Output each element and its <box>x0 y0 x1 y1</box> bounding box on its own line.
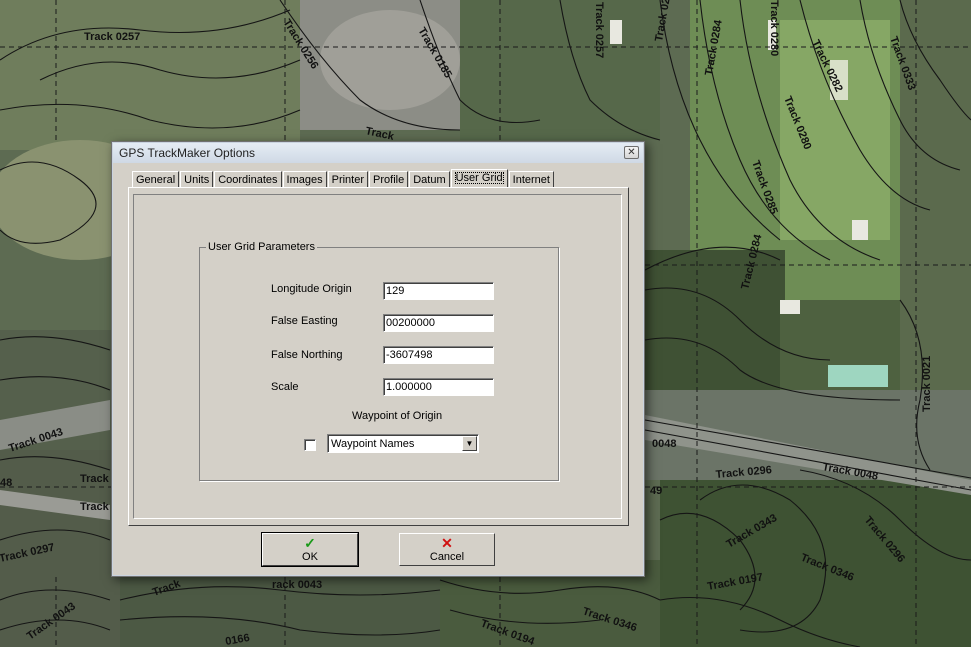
track-label: Track 0280 <box>768 0 780 56</box>
tab-units[interactable]: Units <box>180 171 214 188</box>
waypoint-select-value: Waypoint Names <box>331 438 415 450</box>
check-icon: ✓ <box>304 535 316 551</box>
dropdown-arrow-icon[interactable]: ▼ <box>462 436 477 451</box>
tab-internet[interactable]: Internet <box>508 171 554 188</box>
dialog-titlebar[interactable]: GPS TrackMaker Options ✕ <box>113 143 643 163</box>
tab-general[interactable]: General <box>132 171 180 188</box>
scale-input[interactable] <box>383 378 494 396</box>
options-dialog: GPS TrackMaker Options ✕ General Units C… <box>111 141 645 577</box>
track-label: 0048 <box>652 438 676 450</box>
track-label: Track <box>80 501 110 513</box>
tab-profile[interactable]: Profile <box>369 171 409 188</box>
tab-label: Coordinates <box>218 174 278 186</box>
false-northing-input[interactable] <box>383 346 494 364</box>
tab-printer[interactable]: Printer <box>327 171 369 188</box>
tab-panel-user-grid: User Grid Parameters Longitude Origin Fa… <box>128 187 629 526</box>
dialog-title: GPS TrackMaker Options <box>119 146 256 160</box>
group-title: User Grid Parameters <box>206 241 317 253</box>
tab-images[interactable]: Images <box>282 171 327 188</box>
tab-label: General <box>136 174 176 186</box>
tab-label: Units <box>184 174 210 186</box>
tab-label: Profile <box>373 174 405 186</box>
tab-label: Datum <box>413 174 446 186</box>
false-easting-label: False Easting <box>271 315 338 327</box>
ok-label: OK <box>302 551 318 563</box>
track-label: Track 0257 <box>84 31 140 43</box>
false-easting-input[interactable] <box>383 314 494 332</box>
longitude-origin-input[interactable] <box>383 282 494 300</box>
false-northing-label: False Northing <box>271 349 343 361</box>
track-label: rack 0043 <box>272 579 322 591</box>
tab-coordinates[interactable]: Coordinates <box>214 171 282 188</box>
tab-label: Images <box>286 174 323 186</box>
user-grid-parameters-group: User Grid Parameters Longitude Origin Fa… <box>199 241 559 481</box>
close-button[interactable]: ✕ <box>624 146 639 159</box>
tab-datum[interactable]: Datum <box>409 171 450 188</box>
track-label: 48 <box>0 477 12 489</box>
track-label: Track <box>80 473 110 485</box>
scale-label: Scale <box>271 381 299 393</box>
tab-user-grid[interactable]: User Grid <box>450 169 508 188</box>
waypoint-origin-checkbox[interactable] <box>304 439 316 451</box>
track-label: Track 0257 <box>593 2 605 58</box>
ok-button[interactable]: ✓ OK <box>261 532 359 567</box>
x-icon: ✕ <box>441 535 453 551</box>
inner-panel: User Grid Parameters Longitude Origin Fa… <box>133 194 622 519</box>
track-label: Track 0021 <box>921 356 933 412</box>
close-icon: ✕ <box>627 147 636 158</box>
tab-label: User Grid <box>454 172 504 184</box>
waypoint-origin-select[interactable]: Waypoint Names ▼ <box>327 434 479 453</box>
tab-label: Internet <box>512 174 550 186</box>
track-label: 49 <box>650 485 662 497</box>
cancel-button[interactable]: ✕ Cancel <box>399 533 495 566</box>
longitude-origin-label: Longitude Origin <box>271 283 352 295</box>
waypoint-of-origin-label: Waypoint of Origin <box>352 410 443 422</box>
tab-strip: General Units Coordinates Images Printer… <box>132 169 555 188</box>
cancel-label: Cancel <box>429 551 465 563</box>
tab-label: Printer <box>331 174 365 186</box>
